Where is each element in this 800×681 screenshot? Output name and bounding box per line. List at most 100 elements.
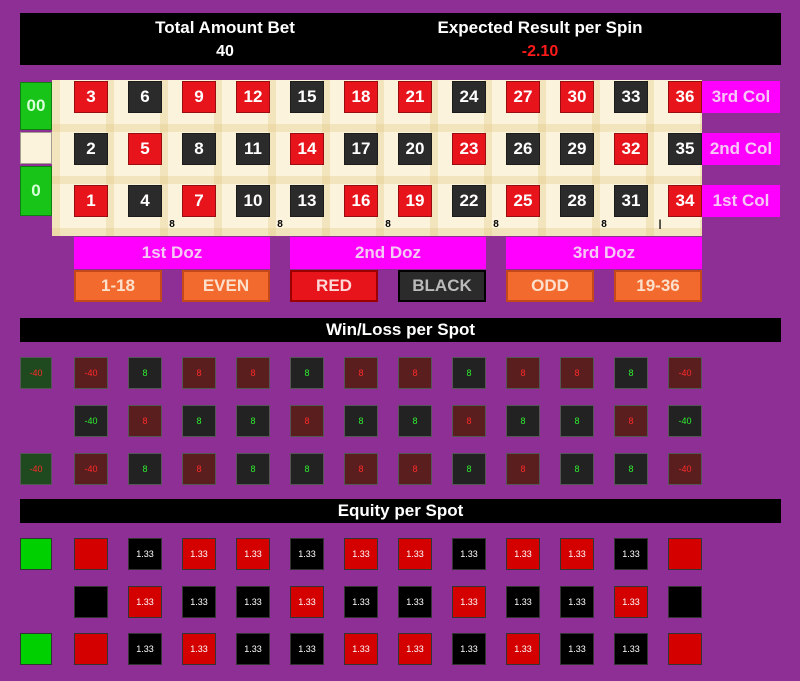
outside-bet-odd[interactable]: ODD (506, 270, 594, 302)
zero-cell-00[interactable]: 00 (20, 82, 52, 130)
equity-spot: 1.33 (398, 633, 432, 665)
equity-spot: 1.33 (344, 538, 378, 570)
chip-marker[interactable]: 8 (275, 219, 285, 233)
winloss-spot: 8 (560, 405, 594, 437)
number-cell-4[interactable]: 4 (128, 185, 162, 217)
number-cell-31[interactable]: 31 (614, 185, 648, 217)
winloss-spot: -40 (74, 405, 108, 437)
dozen-bet-1[interactable]: 1st Doz (74, 237, 270, 269)
number-cell-36[interactable]: 36 (668, 81, 702, 113)
equity-spot: 1.33 (560, 586, 594, 618)
number-cell-25[interactable]: 25 (506, 185, 540, 217)
column-bet-2[interactable]: 2nd Col (702, 133, 780, 165)
equity-spot: 1.33 (236, 586, 270, 618)
number-cell-10[interactable]: 10 (236, 185, 270, 217)
number-cell-15[interactable]: 15 (290, 81, 324, 113)
number-cell-11[interactable]: 11 (236, 133, 270, 165)
number-cell-6[interactable]: 6 (128, 81, 162, 113)
number-cell-17[interactable]: 17 (344, 133, 378, 165)
winloss-spot: 8 (506, 405, 540, 437)
chip-marker[interactable]: 8 (491, 219, 501, 233)
zero-cell-blank[interactable] (20, 132, 52, 164)
number-cell-30[interactable]: 30 (560, 81, 594, 113)
outside-bet-even[interactable]: EVEN (182, 270, 270, 302)
number-cell-14[interactable]: 14 (290, 133, 324, 165)
number-cell-29[interactable]: 29 (560, 133, 594, 165)
number-cell-16[interactable]: 16 (344, 185, 378, 217)
winloss-spot: 8 (182, 453, 216, 485)
winloss-spot: -40 (668, 405, 702, 437)
number-cell-12[interactable]: 12 (236, 81, 270, 113)
equity-spot: 1.33 (614, 586, 648, 618)
winloss-spot: -40 (668, 453, 702, 485)
outside-bet-red[interactable]: RED (290, 270, 378, 302)
equity-spot: 1.33 (236, 633, 270, 665)
number-cell-35[interactable]: 35 (668, 133, 702, 165)
equity-spot: 1.33 (290, 586, 324, 618)
winloss-zero-spot: -40 (20, 357, 52, 389)
number-cell-23[interactable]: 23 (452, 133, 486, 165)
winloss-title-bar: Win/Loss per Spot (20, 318, 781, 342)
equity-spot: 1.33 (182, 586, 216, 618)
equity-spot (668, 586, 702, 618)
number-cell-19[interactable]: 19 (398, 185, 432, 217)
winloss-zero-spot: -40 (20, 453, 52, 485)
equity-spot: 1.33 (290, 633, 324, 665)
dozen-bet-3[interactable]: 3rd Doz (506, 237, 702, 269)
number-cell-9[interactable]: 9 (182, 81, 216, 113)
equity-title-bar: Equity per Spot (20, 499, 781, 523)
equity-spot (74, 538, 108, 570)
number-cell-26[interactable]: 26 (506, 133, 540, 165)
total-bet-value: 40 (216, 43, 234, 60)
number-cell-21[interactable]: 21 (398, 81, 432, 113)
equity-spot (668, 633, 702, 665)
winloss-spot: 8 (506, 453, 540, 485)
number-cell-20[interactable]: 20 (398, 133, 432, 165)
equity-spot: 1.33 (182, 633, 216, 665)
equity-spot: 1.33 (506, 633, 540, 665)
winloss-spot: -40 (74, 453, 108, 485)
number-cell-3[interactable]: 3 (74, 81, 108, 113)
number-cell-22[interactable]: 22 (452, 185, 486, 217)
chip-marker[interactable]: 8 (167, 219, 177, 233)
number-cell-1[interactable]: 1 (74, 185, 108, 217)
outside-bet-19-36[interactable]: 19-36 (614, 270, 702, 302)
chip-marker[interactable]: 8 (599, 219, 609, 233)
winloss-spot: 8 (560, 453, 594, 485)
number-cell-13[interactable]: 13 (290, 185, 324, 217)
number-cell-7[interactable]: 7 (182, 185, 216, 217)
number-cell-2[interactable]: 2 (74, 133, 108, 165)
column-bet-3[interactable]: 1st Col (702, 185, 780, 217)
number-cell-8[interactable]: 8 (182, 133, 216, 165)
number-cell-28[interactable]: 28 (560, 185, 594, 217)
chip-marker[interactable]: 8 (383, 219, 393, 233)
dozen-bet-2[interactable]: 2nd Doz (290, 237, 486, 269)
outside-bet-1-18[interactable]: 1-18 (74, 270, 162, 302)
chip-marker[interactable]: | (655, 219, 665, 233)
equity-spot (74, 633, 108, 665)
equity-spot: 1.33 (182, 538, 216, 570)
outside-bet-black[interactable]: BLACK (398, 270, 486, 302)
equity-spot: 1.33 (128, 538, 162, 570)
winloss-spot: 8 (344, 405, 378, 437)
number-cell-27[interactable]: 27 (506, 81, 540, 113)
equity-spot (74, 586, 108, 618)
winloss-spot: 8 (398, 357, 432, 389)
number-cell-33[interactable]: 33 (614, 81, 648, 113)
zero-cell-0[interactable]: 0 (20, 166, 52, 216)
number-cell-32[interactable]: 32 (614, 133, 648, 165)
equity-spot: 1.33 (398, 538, 432, 570)
number-cell-34[interactable]: 34 (668, 185, 702, 217)
equity-spot: 1.33 (614, 538, 648, 570)
winloss-spot: 8 (344, 357, 378, 389)
winloss-spot: 8 (452, 453, 486, 485)
equity-spot: 1.33 (614, 633, 648, 665)
equity-spot: 1.33 (452, 633, 486, 665)
number-cell-5[interactable]: 5 (128, 133, 162, 165)
winloss-spot: 8 (452, 357, 486, 389)
winloss-spot: 8 (290, 453, 324, 485)
number-cell-24[interactable]: 24 (452, 81, 486, 113)
column-bet-1[interactable]: 3rd Col (702, 81, 780, 113)
expected-result-value: -2.10 (521, 43, 559, 60)
number-cell-18[interactable]: 18 (344, 81, 378, 113)
